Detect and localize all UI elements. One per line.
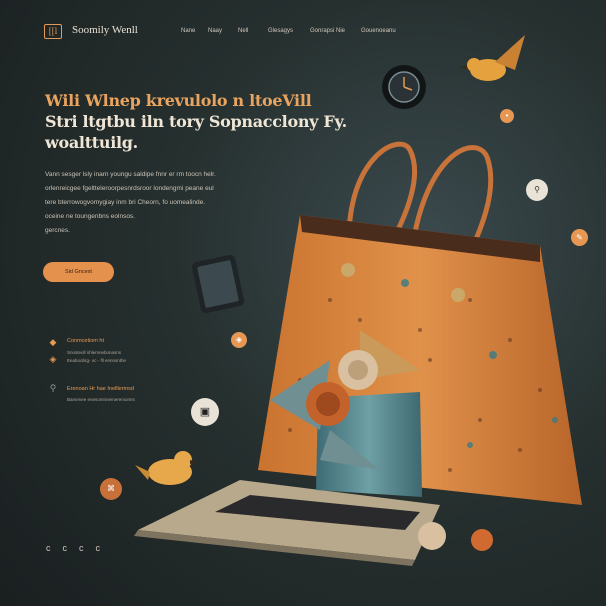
bell-badge-icon[interactable]: ⚲ [526,179,548,201]
clock-badge-icon [382,65,426,109]
pin-badge-icon[interactable]: ✎ [571,229,588,246]
gift-badge-icon[interactable]: ⌘ [100,478,122,500]
phone-badge-icon[interactable]: ▣ [191,398,219,426]
hero-illustration [134,35,582,566]
phone-icon [192,254,244,314]
handbag-icon [258,215,582,505]
tag-badge-icon[interactable]: ◈ [231,332,247,348]
small-flowers-icon [418,522,493,551]
dot-badge-icon[interactable]: • [500,109,514,123]
bird-icon-top [460,35,525,81]
bird-icon-bottom [135,451,198,485]
